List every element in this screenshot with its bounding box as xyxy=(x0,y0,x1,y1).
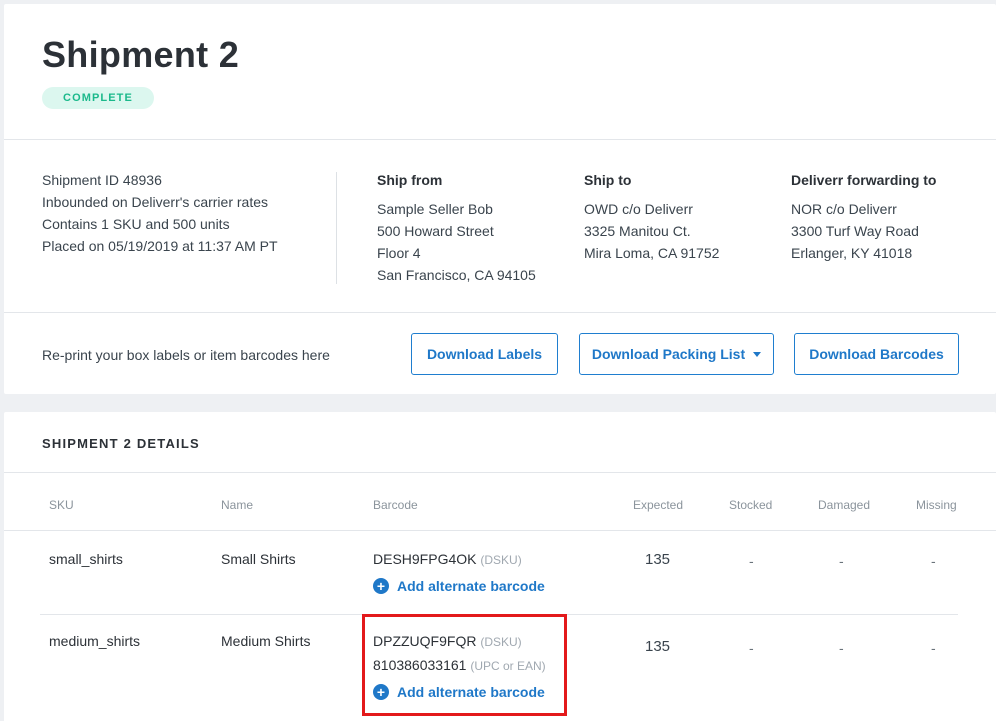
ship-from-heading: Ship from xyxy=(377,172,443,188)
column-header-damaged: Damaged xyxy=(818,498,871,512)
placed-date: Placed on 05/19/2019 at 11:37 AM PT xyxy=(42,238,278,254)
barcode-value: DESH9FPG4OK xyxy=(373,551,477,567)
stocked-cell: - xyxy=(749,553,754,569)
plus-circle-icon: + xyxy=(373,684,389,700)
barcode-value: DPZZUQF9FQR xyxy=(373,633,477,649)
barcode-value: 810386033161 xyxy=(373,657,467,673)
row-divider xyxy=(40,614,958,615)
ship-from-block: Ship from Sample Seller Bob 500 Howard S… xyxy=(377,169,536,286)
barcode-type: (UPC or EAN) xyxy=(470,659,546,673)
ship-from-line: Floor 4 xyxy=(377,245,421,261)
vertical-divider xyxy=(336,172,337,284)
missing-cell: - xyxy=(931,640,936,656)
barcode-cell: 810386033161 (UPC or EAN) xyxy=(373,657,546,673)
ship-to-line: OWD c/o Deliverr xyxy=(584,201,693,217)
carrier-info: Inbounded on Deliverr's carrier rates xyxy=(42,194,269,210)
shipment-summary-card: Shipment 2 COMPLETE Shipment ID 48936 In… xyxy=(4,4,996,394)
add-alternate-barcode-link[interactable]: + Add alternate barcode xyxy=(373,578,545,594)
barcode-cell: DPZZUQF9FQR (DSKU) xyxy=(373,633,522,649)
column-header-stocked: Stocked xyxy=(729,498,773,512)
expected-cell: 135 xyxy=(645,638,671,655)
column-header-expected: Expected xyxy=(633,498,684,512)
damaged-cell: - xyxy=(839,553,844,569)
damaged-cell: - xyxy=(839,640,844,656)
section-title: SHIPMENT 2 DETAILS xyxy=(42,436,200,451)
download-barcodes-button[interactable]: Download Barcodes xyxy=(794,333,959,375)
forwarding-heading: Deliverr forwarding to xyxy=(791,172,937,188)
plus-circle-icon: + xyxy=(373,578,389,594)
column-header-sku: SKU xyxy=(49,498,74,512)
divider xyxy=(4,472,996,473)
barcode-cell: DESH9FPG4OK (DSKU) xyxy=(373,551,522,567)
forwarding-line: Erlanger, KY 41018 xyxy=(791,245,913,261)
sku-cell: small_shirts xyxy=(49,551,123,567)
forwarding-line: NOR c/o Deliverr xyxy=(791,201,897,217)
reprint-hint: Re-print your box labels or item barcode… xyxy=(42,347,330,363)
ship-to-heading: Ship to xyxy=(584,172,632,188)
column-header-missing: Missing xyxy=(916,498,957,512)
shipment-id: Shipment ID 48936 xyxy=(42,172,162,188)
sku-cell: medium_shirts xyxy=(49,633,141,649)
add-barcode-label: Add alternate barcode xyxy=(397,684,545,700)
chevron-down-icon xyxy=(753,351,762,357)
ship-from-line: Sample Seller Bob xyxy=(377,201,493,217)
column-header-barcode: Barcode xyxy=(373,498,418,512)
column-header-name: Name xyxy=(221,498,254,512)
shipment-info: Shipment ID 48936 Inbounded on Deliverr'… xyxy=(42,169,278,257)
add-alternate-barcode-link[interactable]: + Add alternate barcode xyxy=(373,684,545,700)
download-labels-button[interactable]: Download Labels xyxy=(411,333,558,375)
add-barcode-label: Add alternate barcode xyxy=(397,578,545,594)
stocked-cell: - xyxy=(749,640,754,656)
download-labels-label: Download Labels xyxy=(426,346,543,362)
ship-to-line: Mira Loma, CA 91752 xyxy=(584,245,720,261)
download-packing-list-label: Download Packing List xyxy=(591,346,746,362)
ship-to-line: 3325 Manitou Ct. xyxy=(584,223,691,239)
barcode-type: (DSKU) xyxy=(480,553,522,567)
download-barcodes-label: Download Barcodes xyxy=(809,346,944,362)
missing-cell: - xyxy=(931,553,936,569)
shipment-details-card: SHIPMENT 2 DETAILS SKU Name Barcode Expe… xyxy=(4,412,996,721)
barcode-type: (DSKU) xyxy=(480,635,522,649)
status-badge: COMPLETE xyxy=(42,87,154,109)
divider xyxy=(4,139,996,140)
ship-from-line: 500 Howard Street xyxy=(377,223,494,239)
ship-to-block: Ship to OWD c/o Deliverr 3325 Manitou Ct… xyxy=(584,169,719,264)
contents-info: Contains 1 SKU and 500 units xyxy=(42,216,230,232)
ship-from-line: San Francisco, CA 94105 xyxy=(377,267,536,283)
divider xyxy=(4,312,996,313)
name-cell: Medium Shirts xyxy=(221,633,311,649)
name-cell: Small Shirts xyxy=(221,551,296,567)
forwarding-line: 3300 Turf Way Road xyxy=(791,223,919,239)
divider xyxy=(4,530,996,531)
page-title: Shipment 2 xyxy=(42,34,240,75)
download-packing-list-button[interactable]: Download Packing List xyxy=(579,333,774,375)
forwarding-block: Deliverr forwarding to NOR c/o Deliverr … xyxy=(791,169,936,264)
expected-cell: 135 xyxy=(645,551,671,568)
